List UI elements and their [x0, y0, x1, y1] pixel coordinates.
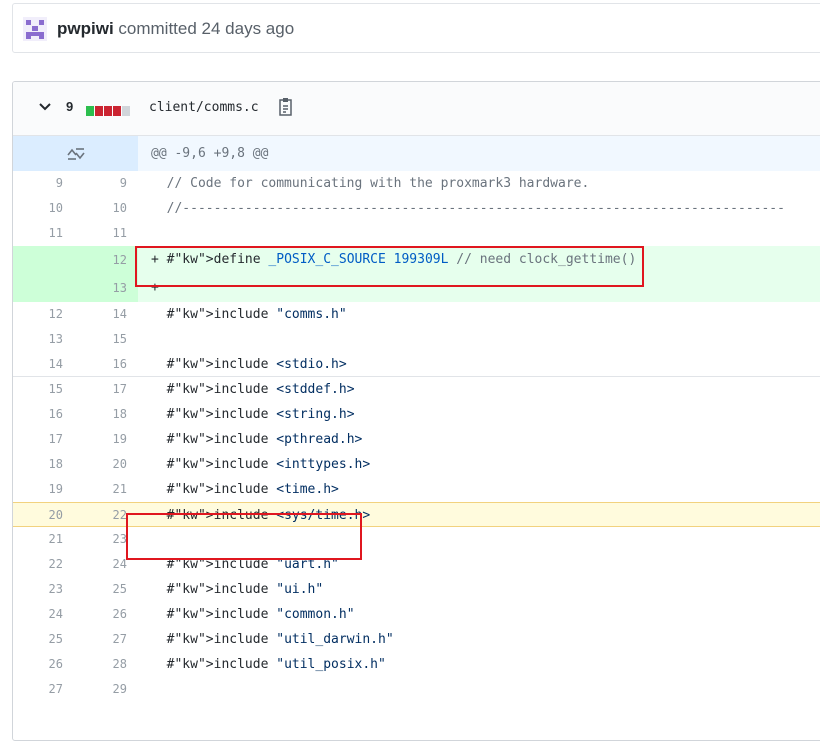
new-line-number[interactable]: 15 [75, 327, 127, 352]
old-line-number[interactable]: 14 [13, 352, 63, 377]
old-line-number[interactable]: 24 [13, 602, 63, 627]
new-line-number[interactable]: 12 [75, 246, 127, 271]
commit-bar: pwpiwi committed 24 days ago [12, 3, 820, 53]
old-line-number[interactable]: 21 [13, 527, 63, 552]
avatar[interactable] [23, 17, 47, 41]
context-line-row: 13 15 [13, 327, 820, 352]
new-line-number[interactable]: 13 [75, 274, 127, 299]
code-line: #"kw">include "util_darwin.h" [151, 632, 394, 647]
new-line-number[interactable]: 22 [75, 503, 127, 528]
context-line-row: 17 19 #"kw">include <pthread.h> [13, 427, 820, 452]
commit-summary: pwpiwi committed 24 days ago [57, 19, 294, 39]
old-line-number[interactable]: 18 [13, 452, 63, 477]
code-line: //--------------------------------------… [166, 201, 785, 216]
code-line: #"kw">include <stdio.h> [151, 357, 347, 372]
context-line-row: 23 25 #"kw">include "ui.h" [13, 577, 820, 602]
new-line-number[interactable]: 21 [75, 477, 127, 502]
old-line-number[interactable]: 9 [13, 171, 63, 196]
context-line-row: 12 14 #"kw">include "comms.h" [13, 302, 820, 327]
new-line-number[interactable]: 29 [75, 677, 127, 702]
code-line: #"kw">include <inttypes.h> [151, 457, 371, 472]
new-line-number[interactable]: 26 [75, 602, 127, 627]
chevron-down-icon[interactable] [38, 100, 52, 114]
new-line-number[interactable]: 11 [75, 221, 127, 246]
old-line-number[interactable]: 22 [13, 552, 63, 577]
code-line: #"kw">include "util_posix.h" [151, 657, 386, 672]
new-line-number[interactable]: 23 [75, 527, 127, 552]
new-line-number[interactable]: 14 [75, 302, 127, 327]
new-line-number[interactable]: 27 [75, 627, 127, 652]
new-line-number[interactable]: 10 [75, 196, 127, 221]
old-line-number[interactable] [13, 246, 63, 271]
diffstat-block-del [104, 106, 112, 116]
old-line-number[interactable]: 27 [13, 677, 63, 702]
old-line-number[interactable]: 11 [13, 221, 63, 246]
context-line-row: 15 17 #"kw">include <stddef.h> [13, 377, 820, 402]
diffstat-block-del [113, 106, 121, 116]
diffstat-block-del [95, 106, 103, 116]
context-line-row: 26 28 #"kw">include "util_posix.h" [13, 652, 820, 677]
old-line-number[interactable]: 20 [13, 503, 63, 528]
context-line-row: 99 // Code for communicating with the pr… [13, 171, 820, 196]
context-line-row: 27 29 [13, 677, 820, 702]
context-line-row: 10 10 //---------------------------------… [13, 196, 820, 221]
context-line-row: 14 16 #"kw">include <stdio.h> [13, 352, 820, 377]
old-line-number[interactable]: 15 [13, 377, 63, 402]
new-line-number[interactable]: 9 [75, 171, 127, 196]
file-path[interactable]: client/comms.c [149, 100, 259, 115]
context-line-row: 18 20 #"kw">include <inttypes.h> [13, 452, 820, 477]
file-header: 9 client/comms.c [13, 82, 820, 136]
code-line: #"kw">include "comms.h" [151, 307, 347, 322]
context-line-row: 24 26 #"kw">include "common.h" [13, 602, 820, 627]
commit-action: committed 24 days ago [118, 19, 295, 38]
file-diff: 9 client/comms.c @@ -9,6 +9,8 @@ 99 // C… [12, 81, 820, 741]
new-line-number[interactable]: 20 [75, 452, 127, 477]
changes-count: 9 [66, 99, 74, 114]
code-line: #"kw">include <pthread.h> [151, 432, 363, 447]
new-line-number[interactable]: 25 [75, 577, 127, 602]
new-line-number[interactable]: 16 [75, 352, 127, 377]
old-line-number[interactable]: 12 [13, 302, 63, 327]
new-line-number[interactable]: 24 [75, 552, 127, 577]
new-line-number[interactable]: 18 [75, 402, 127, 427]
context-line-row: 11 11 [13, 221, 820, 246]
old-line-number[interactable]: 16 [13, 402, 63, 427]
context-line-row: 19 21 #"kw">include <time.h> [13, 477, 820, 502]
diffstat-block-add [86, 106, 94, 116]
diffstat [86, 103, 131, 116]
code-line: // Code for communicating with the proxm… [166, 176, 590, 191]
old-line-number[interactable]: 23 [13, 577, 63, 602]
diffstat-block-neutral [122, 106, 130, 116]
highlight-box-define [135, 246, 644, 287]
new-line-number[interactable]: 28 [75, 652, 127, 677]
old-line-number[interactable] [13, 274, 63, 299]
old-line-number[interactable]: 10 [13, 196, 63, 221]
code-line: #"kw">include <string.h> [151, 407, 355, 422]
code-line: #"kw">include <stddef.h> [151, 382, 355, 397]
new-line-number[interactable]: 17 [75, 377, 127, 402]
code-line: #"kw">include <time.h> [151, 482, 339, 497]
copy-path-icon[interactable] [277, 97, 294, 117]
old-line-number[interactable]: 26 [13, 652, 63, 677]
expand-up-icon[interactable] [66, 147, 86, 161]
old-line-number[interactable]: 19 [13, 477, 63, 502]
highlight-box-include [126, 513, 362, 560]
old-line-number[interactable]: 25 [13, 627, 63, 652]
old-line-number[interactable]: 17 [13, 427, 63, 452]
hunk-header-row: @@ -9,6 +9,8 @@ [13, 136, 820, 171]
new-line-number[interactable]: 19 [75, 427, 127, 452]
old-line-number[interactable]: 13 [13, 327, 63, 352]
code-line: #"kw">include "common.h" [151, 607, 355, 622]
context-line-row: 25 27 #"kw">include "util_darwin.h" [13, 627, 820, 652]
context-line-row: 16 18 #"kw">include <string.h> [13, 402, 820, 427]
hunk-header: @@ -9,6 +9,8 @@ [151, 146, 269, 161]
commit-author[interactable]: pwpiwi [57, 19, 114, 38]
code-line: #"kw">include "ui.h" [151, 582, 324, 597]
